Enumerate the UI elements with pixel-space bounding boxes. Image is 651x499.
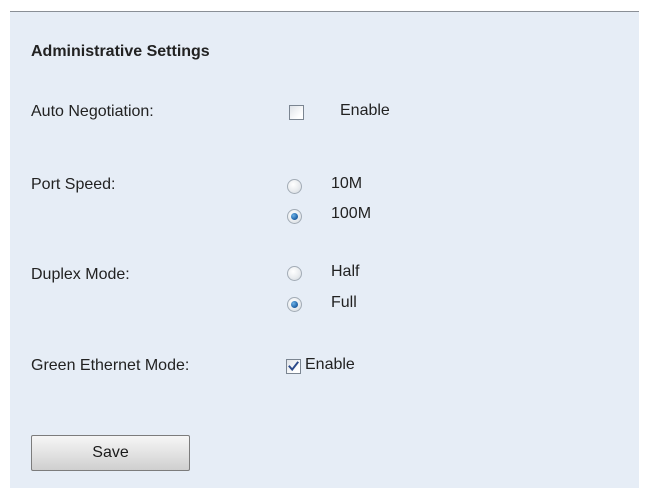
port-speed-10m-radio[interactable] bbox=[287, 179, 302, 194]
green-ethernet-checkbox[interactable] bbox=[286, 359, 301, 374]
green-ethernet-label: Green Ethernet Mode: bbox=[31, 357, 190, 374]
auto-negotiation-checkbox[interactable] bbox=[289, 105, 304, 120]
duplex-full-radio[interactable] bbox=[287, 297, 302, 312]
auto-negotiation-enable-label: Enable bbox=[340, 102, 390, 119]
checkmark-icon bbox=[288, 361, 300, 372]
port-speed-label: Port Speed: bbox=[31, 176, 116, 193]
auto-negotiation-label: Auto Negotiation: bbox=[31, 103, 154, 120]
duplex-half-label: Half bbox=[331, 263, 360, 280]
duplex-full-label: Full bbox=[331, 294, 357, 311]
section-title: Administrative Settings bbox=[31, 43, 210, 60]
port-speed-100m-label: 100M bbox=[331, 205, 372, 222]
green-ethernet-enable-label: Enable bbox=[305, 356, 355, 373]
save-button[interactable]: Save bbox=[31, 435, 190, 471]
duplex-half-radio[interactable] bbox=[287, 266, 302, 281]
duplex-mode-label: Duplex Mode: bbox=[31, 266, 130, 283]
port-speed-100m-radio[interactable] bbox=[287, 209, 302, 224]
port-speed-10m-label: 10M bbox=[331, 175, 363, 192]
settings-panel: Administrative Settings Auto Negotiation… bbox=[10, 11, 639, 488]
